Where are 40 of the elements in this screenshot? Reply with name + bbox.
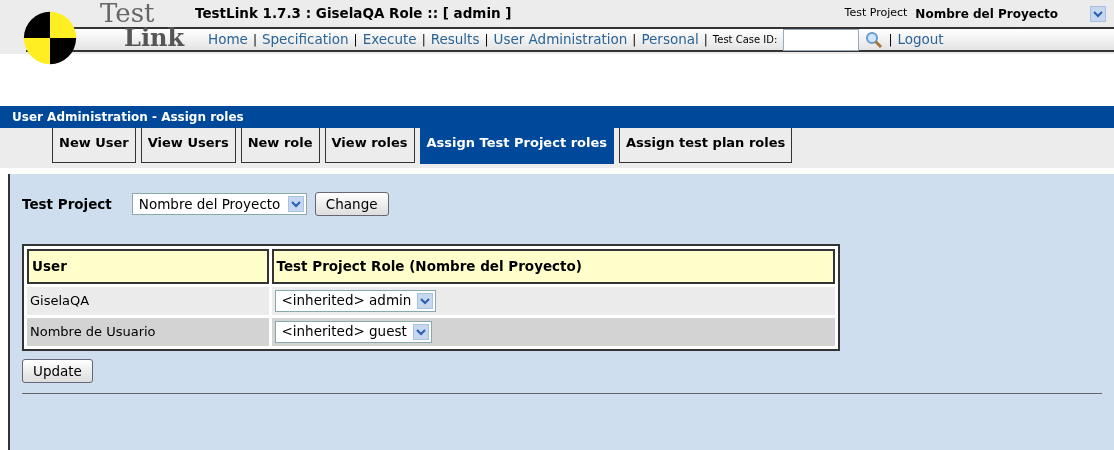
logo-icon xyxy=(22,10,78,66)
test-case-field[interactable] xyxy=(783,28,860,51)
column-header: User xyxy=(27,249,269,284)
search-icon[interactable] xyxy=(865,30,884,49)
logo-text: Link xyxy=(124,26,185,50)
logo-text: Test xyxy=(100,0,155,26)
tab[interactable]: View Users xyxy=(140,128,236,163)
update-button[interactable]: Update xyxy=(22,358,93,383)
nav-link[interactable]: Execute xyxy=(362,29,417,50)
project-label: Test Project xyxy=(844,5,908,22)
window-title: TestLink 1.7.3 : GiselaQA Role :: [ admin ] xyxy=(195,4,512,24)
tab[interactable]: View roles xyxy=(324,128,415,163)
nav-link[interactable]: Specification xyxy=(261,29,349,50)
tab[interactable]: Assign Test Project roles xyxy=(419,128,614,164)
nav-link[interactable]: Home xyxy=(208,29,248,50)
test-case-label: Test Case ID: xyxy=(712,33,778,47)
separator: | xyxy=(484,31,489,49)
nav-link[interactable]: Personal xyxy=(641,29,699,50)
tab[interactable]: New User xyxy=(52,128,136,163)
field-label: Test Project xyxy=(22,195,112,214)
change-button[interactable]: Change xyxy=(314,192,389,217)
project-select[interactable]: Nombre del Proyecto xyxy=(131,193,307,216)
separator: | xyxy=(632,31,637,49)
table-cell: GiselaQA xyxy=(27,286,269,315)
nav-link[interactable]: User Administration xyxy=(493,29,628,50)
column-header: Test Project Role (Nombre del Proyecto) xyxy=(271,249,835,284)
separator: | xyxy=(703,31,708,49)
page-title: User Administration - Assign roles xyxy=(0,106,1114,128)
tab[interactable]: Assign test plan roles xyxy=(619,128,793,163)
separator: | xyxy=(252,31,257,49)
role-select[interactable]: <inherited> guest xyxy=(274,320,432,343)
table-cell: Nombre de Usuario xyxy=(27,317,269,346)
project-name: Nombre del Proyecto xyxy=(915,5,1058,23)
logout-link[interactable]: Logout xyxy=(897,29,944,50)
role-select[interactable]: <inherited> admin xyxy=(274,289,437,312)
separator: | xyxy=(353,31,358,49)
separator: | xyxy=(421,31,426,49)
tab[interactable]: New role xyxy=(240,128,320,163)
separator: | xyxy=(888,31,893,49)
nav-link[interactable]: Results xyxy=(430,29,480,50)
